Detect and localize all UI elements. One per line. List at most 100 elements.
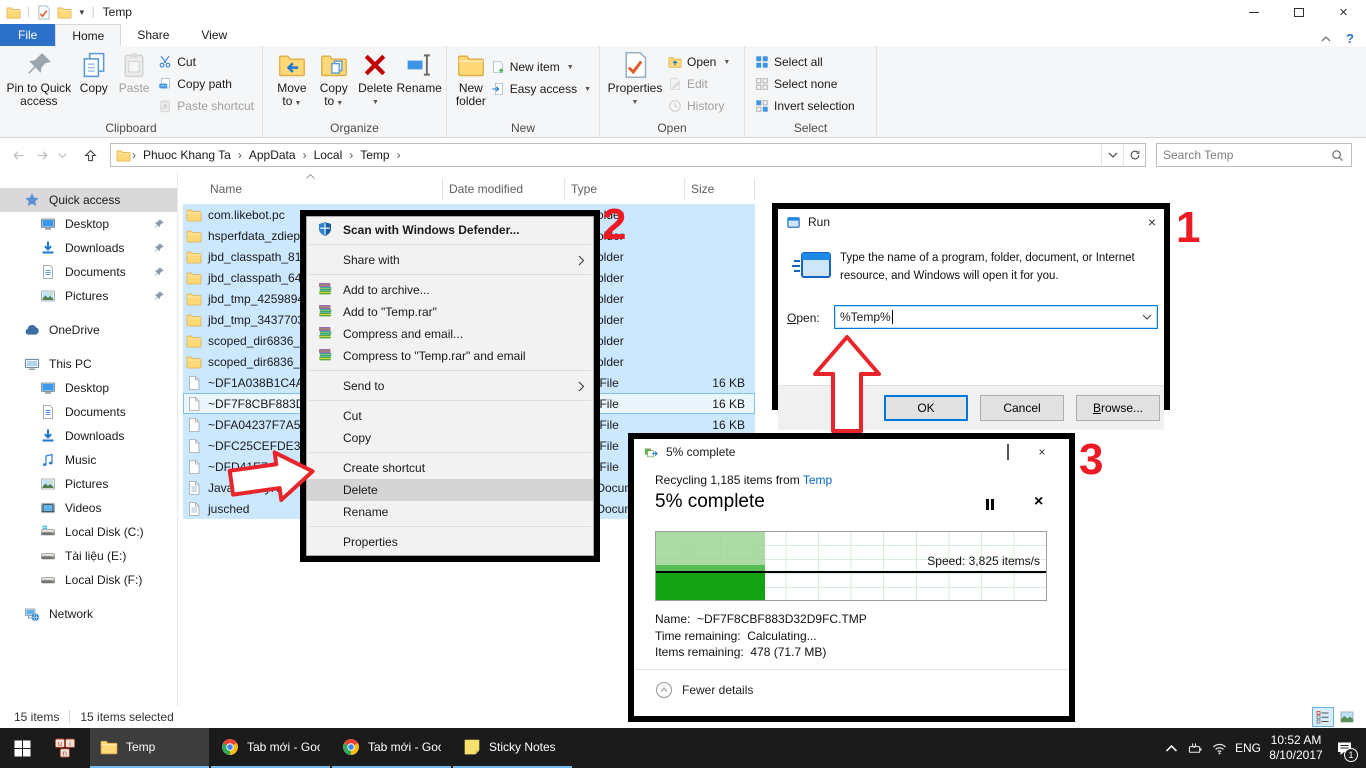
copy-path-button[interactable]: Copy path [154,73,258,95]
context-menu-item-share-with[interactable]: Share with [307,249,593,271]
up-button[interactable] [78,143,102,167]
tab-home[interactable]: Home [55,24,121,46]
sidebar-item-pictures[interactable]: Pictures [0,472,177,496]
maximize-button[interactable] [1276,0,1321,24]
language-indicator[interactable]: ENG [1231,741,1265,755]
progress-maximize-button[interactable] [991,445,1025,459]
sidebar-item-documents[interactable]: Documents [0,260,177,284]
taskbar-button-temp[interactable]: Temp [90,728,209,768]
sidebar-item-downloads[interactable]: Downloads [0,424,177,448]
close-button[interactable]: × [1321,0,1366,24]
new-item-button[interactable]: New item▼ [487,56,595,78]
properties-button[interactable]: Properties ▼ [606,48,664,118]
combo-chevron-down-icon[interactable] [1137,312,1157,322]
qat-properties-icon[interactable] [36,5,51,20]
tab-file[interactable]: File [0,24,55,46]
move-to-button[interactable]: Move to▼ [271,48,313,118]
paste-button[interactable]: Paste [114,48,154,118]
column-header-date-modified[interactable]: Date modified [443,178,565,200]
taskbar-button-tab-m-i-google-c[interactable]: Tab mới - Google C... [332,728,451,768]
forward-button[interactable] [30,143,54,167]
progress-close-button[interactable]: × [1025,445,1059,459]
taskbar-button-tab-m-i-google-c[interactable]: Tab mới - Google C... [211,728,330,768]
column-header-name[interactable]: Name [183,178,443,200]
context-menu-item-send-to[interactable]: Send to [307,375,593,397]
sidebar-item-desktop[interactable]: Desktop [0,376,177,400]
sidebar-item-this-pc[interactable]: This PC [0,352,177,376]
tab-view[interactable]: View [185,24,243,46]
cut-button[interactable]: Cut [154,51,258,73]
cancel-operation-icon[interactable]: × [1034,493,1043,511]
rename-button[interactable]: Rename [396,48,442,118]
breadcrumb-segment-appdata[interactable]: AppData [243,148,302,162]
search-input[interactable] [1157,148,1331,162]
sidebar-item-documents[interactable]: Documents [0,400,177,424]
location-link[interactable]: Temp [803,473,832,487]
sidebar-item-quick-access[interactable]: Quick access [0,188,177,212]
unikey-icon[interactable]: uin [44,728,86,768]
details-view-button[interactable] [1312,707,1334,727]
context-menu-item-rename[interactable]: Rename [307,501,593,523]
ok-button[interactable]: OK [884,395,968,421]
sidebar-item-videos[interactable]: Videos [0,496,177,520]
invert-selection-button[interactable]: Invert selection [751,95,859,117]
rec ent-locations-chevron-icon[interactable] [54,143,70,167]
new-folder-button[interactable]: New folder [455,48,487,118]
sidebar-item-desktop[interactable]: Desktop [0,212,177,236]
breadcrumb-segment-local[interactable]: Local [308,148,349,162]
paste-shortcut-button[interactable]: Paste shortcut [154,95,258,117]
sidebar-item-network[interactable]: Network [0,602,177,626]
run-close-icon[interactable]: × [1148,214,1156,230]
open-combobox[interactable]: %Temp% [834,305,1158,329]
qat-new-folder-icon[interactable] [57,5,72,20]
delete-button[interactable]: Delete ▼ [355,48,397,118]
context-menu-item-copy[interactable]: Copy [307,427,593,449]
context-menu-item-properties[interactable]: Properties [307,531,593,553]
context-menu-item-cut[interactable]: Cut [307,405,593,427]
clock[interactable]: 10:52 AM 8/10/2017 [1265,733,1327,763]
sidebar-item-downloads[interactable]: Downloads [0,236,177,260]
help-icon[interactable]: ? [1346,31,1354,46]
sidebar-item-local-disk-c[interactable]: Local Disk (C:) [0,520,177,544]
tab-share[interactable]: Share [121,24,185,46]
context-menu-item-compress-to-temp-rar-and-email[interactable]: Compress to "Temp.rar" and email [307,345,593,367]
edit-button[interactable]: Edit [664,73,734,95]
breadcrumb-segment-temp[interactable]: Temp [354,148,395,162]
pin-to-quick-access-button[interactable]: Pin to Quick access [4,48,74,118]
sidebar-item-local-disk-f[interactable]: Local Disk (F:) [0,568,177,592]
easy-access-button[interactable]: Easy access▼ [487,78,595,100]
pause-icon[interactable] [986,499,994,510]
breadcrumb-segment-phuoc-khang-ta[interactable]: Phuoc Khang Ta [137,148,237,162]
refresh-icon[interactable] [1123,144,1145,166]
context-menu-item-create-shortcut[interactable]: Create shortcut [307,457,593,479]
context-menu-item-delete[interactable]: Delete [307,479,593,501]
sidebar-item-t-i-li-u-e[interactable]: Tài liệu (E:) [0,544,177,568]
start-button[interactable] [0,728,44,768]
select-none-button[interactable]: Select none [751,73,859,95]
tray-chevron-up-icon[interactable] [1159,728,1183,768]
minimize-button[interactable] [1231,0,1276,24]
sidebar-item-pictures[interactable]: Pictures [0,284,177,308]
copy-button[interactable]: Copy [74,48,114,118]
taskbar-button-sticky-notes[interactable]: Sticky Notes [453,728,572,768]
sidebar-item-music[interactable]: Music [0,448,177,472]
context-menu-item-add-to-temp-rar[interactable]: Add to "Temp.rar" [307,301,593,323]
battery-icon[interactable] [1183,728,1207,768]
context-menu-item-add-to-archive[interactable]: Add to archive... [307,279,593,301]
back-button[interactable] [6,143,30,167]
address-dropdown-icon[interactable] [1101,144,1123,166]
open-button[interactable]: Open▼ [664,51,734,73]
column-header-type[interactable]: Type [565,178,685,200]
context-menu-item-scan-with-windows-defender[interactable]: Scan with Windows Defender... [307,219,593,241]
sidebar-item-onedrive[interactable]: OneDrive [0,318,177,342]
qat-customize-caret-icon[interactable]: ▼ [78,8,86,17]
cancel-button[interactable]: Cancel [980,395,1064,421]
address-box[interactable]: › Phuoc Khang Ta›AppData›Local›Temp› [110,143,1146,167]
history-button[interactable]: History [664,95,734,117]
browse-button[interactable]: Browse... [1076,395,1160,421]
select-all-button[interactable]: Select all [751,51,859,73]
wifi-icon[interactable] [1207,728,1231,768]
column-header-size[interactable]: Size [685,178,755,200]
context-menu-item-compress-and-email[interactable]: Compress and email... [307,323,593,345]
large-icons-view-button[interactable] [1336,707,1358,727]
